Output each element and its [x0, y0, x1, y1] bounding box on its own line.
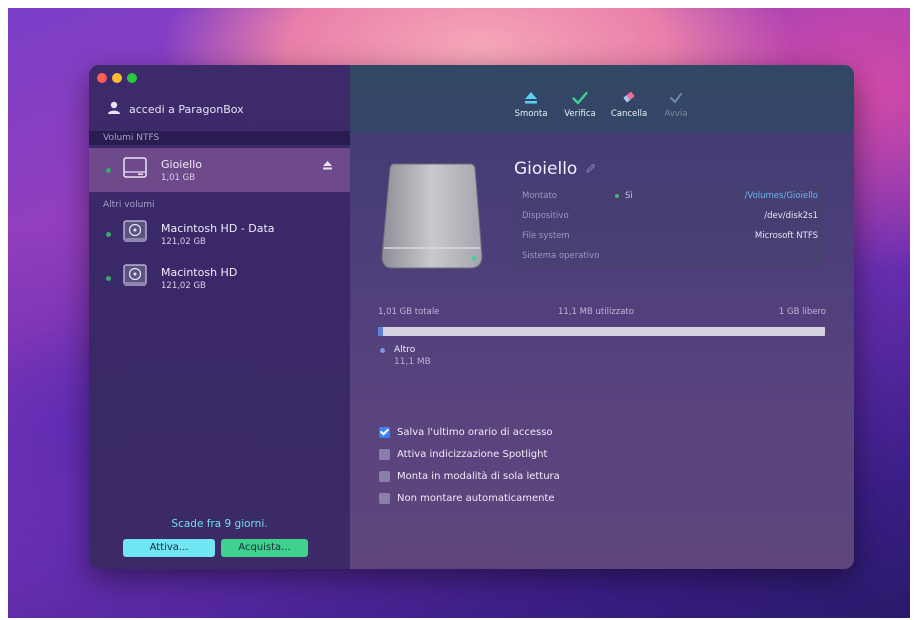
usage-bar: [378, 327, 825, 336]
volume-size: 1,01 GB: [161, 172, 196, 183]
info-key: Dispositivo: [522, 211, 569, 221]
verify-button[interactable]: Verifica: [558, 87, 602, 119]
volume-name: Macintosh HD: [161, 265, 238, 279]
status-dot: [615, 193, 619, 198]
legend-size: 11,1 MB: [394, 357, 431, 367]
info-value: /dev/disk2s1: [764, 211, 818, 221]
usage-bar-fill: [378, 327, 384, 336]
volume-size: 121,02 GB: [161, 236, 206, 247]
info-key: File system: [522, 231, 570, 241]
info-value: Microsoft NTFS: [754, 231, 818, 241]
erase-button[interactable]: Cancella: [607, 87, 651, 119]
zoom-window-button[interactable]: [127, 73, 137, 83]
account-label: accedi a ParagonBox: [129, 102, 244, 116]
info-row-device: Dispositivo /dev/disk2s1: [522, 211, 818, 225]
used-capacity: 11,1 MB utilizzato: [558, 307, 634, 317]
sidebar: accedi a ParagonBox Volumi NTFS Gioiello…: [89, 65, 350, 569]
buy-button[interactable]: Acquista...: [221, 539, 308, 557]
desktop-wallpaper: accedi a ParagonBox Volumi NTFS Gioiello…: [8, 8, 910, 618]
total-capacity: 1,01 GB totale: [378, 307, 440, 317]
checkbox[interactable]: [379, 448, 390, 460]
info-row-filesystem: File system Microsoft NTFS: [522, 231, 818, 245]
eject-icon: [509, 87, 553, 105]
checkmark-icon: [558, 87, 602, 105]
checkbox[interactable]: [379, 470, 390, 482]
sidebar-volume-gioiello[interactable]: Gioiello 1,01 GB: [89, 148, 350, 192]
mount-label: Avvia: [664, 109, 688, 119]
external-drive-image: [380, 160, 484, 276]
volume-title-text: Gioiello: [514, 159, 578, 179]
unmount-button[interactable]: Smonta: [509, 87, 553, 119]
sidebar-volume-macintosh-hd[interactable]: Macintosh HD 121,02 GB: [89, 256, 350, 300]
legend-label: Altro: [394, 345, 416, 355]
option-label: Non montare automaticamente: [397, 492, 555, 504]
info-row-os: Sistema operativo: [522, 251, 818, 265]
info-row-mounted: Montato Sì /Volumes/Gioiello: [522, 191, 818, 205]
free-capacity: 1 GB libero: [778, 307, 826, 317]
option-no-auto-mount[interactable]: Non montare automaticamente: [379, 491, 555, 505]
trial-expire-text: Scade fra 9 giorni.: [171, 518, 268, 530]
mount-icon: [654, 87, 698, 105]
volume-info-panel: Montato Sì /Volumes/Gioiello Dispositivo…: [514, 183, 826, 269]
internal-disk-icon: [122, 264, 148, 292]
verify-label: Verifica: [564, 109, 596, 119]
mounted-status-dot: [106, 276, 111, 281]
checkbox[interactable]: [379, 426, 390, 438]
internal-disk-icon: [122, 220, 148, 248]
user-icon: [107, 101, 121, 117]
info-key: Sistema operativo: [522, 251, 600, 261]
unmount-label: Smonta: [514, 109, 548, 119]
mounted-value: Sì: [625, 191, 633, 201]
ntfs-volumes-header: Volumi NTFS: [89, 131, 350, 145]
option-save-last-access[interactable]: Salva l'ultimo orario di accesso: [379, 425, 553, 439]
external-drive-icon: [122, 157, 148, 183]
volume-name: Gioiello: [161, 157, 202, 171]
erase-label: Cancella: [610, 109, 648, 119]
mount-button[interactable]: Avvia: [654, 87, 698, 119]
volume-title: Gioiello: [514, 159, 596, 179]
edit-pencil-icon[interactable]: [585, 159, 596, 179]
checkbox[interactable]: [379, 492, 390, 504]
volume-name: Macintosh HD - Data: [161, 221, 275, 235]
other-volumes-header: Altri volumi: [103, 200, 155, 210]
option-label: Attiva indicizzazione Spotlight: [397, 448, 548, 460]
eject-icon[interactable]: [323, 161, 332, 173]
volume-size: 121,02 GB: [161, 280, 206, 291]
toolbar: Smonta Verifica Cancella Avvia: [350, 65, 854, 132]
legend-dot: [380, 348, 385, 353]
activate-button[interactable]: Attiva...: [123, 539, 215, 557]
option-label: Monta in modalità di sola lettura: [397, 470, 560, 482]
mount-path-link[interactable]: /Volumes/Gioiello: [745, 191, 818, 201]
mounted-status: Sì: [615, 191, 633, 201]
mounted-status-dot: [106, 168, 111, 173]
main-panel: Smonta Verifica Cancella Avvia Gioiello …: [350, 65, 854, 569]
option-spotlight-indexing[interactable]: Attiva indicizzazione Spotlight: [379, 447, 547, 461]
account-login-link[interactable]: accedi a ParagonBox: [107, 101, 244, 117]
minimize-window-button[interactable]: [112, 73, 122, 83]
option-label: Salva l'ultimo orario di accesso: [397, 426, 553, 438]
app-window: accedi a ParagonBox Volumi NTFS Gioiello…: [89, 65, 854, 569]
mounted-status-dot: [106, 232, 111, 237]
close-window-button[interactable]: [97, 73, 107, 83]
sidebar-volume-macintosh-hd-data[interactable]: Macintosh HD - Data 121,02 GB: [89, 212, 350, 256]
option-read-only-mount[interactable]: Monta in modalità di sola lettura: [379, 469, 560, 483]
usage-labels: 1,01 GB totale 11,1 MB utilizzato 1 GB l…: [378, 307, 826, 319]
eraser-icon: [607, 87, 651, 105]
info-key: Montato: [522, 191, 557, 201]
